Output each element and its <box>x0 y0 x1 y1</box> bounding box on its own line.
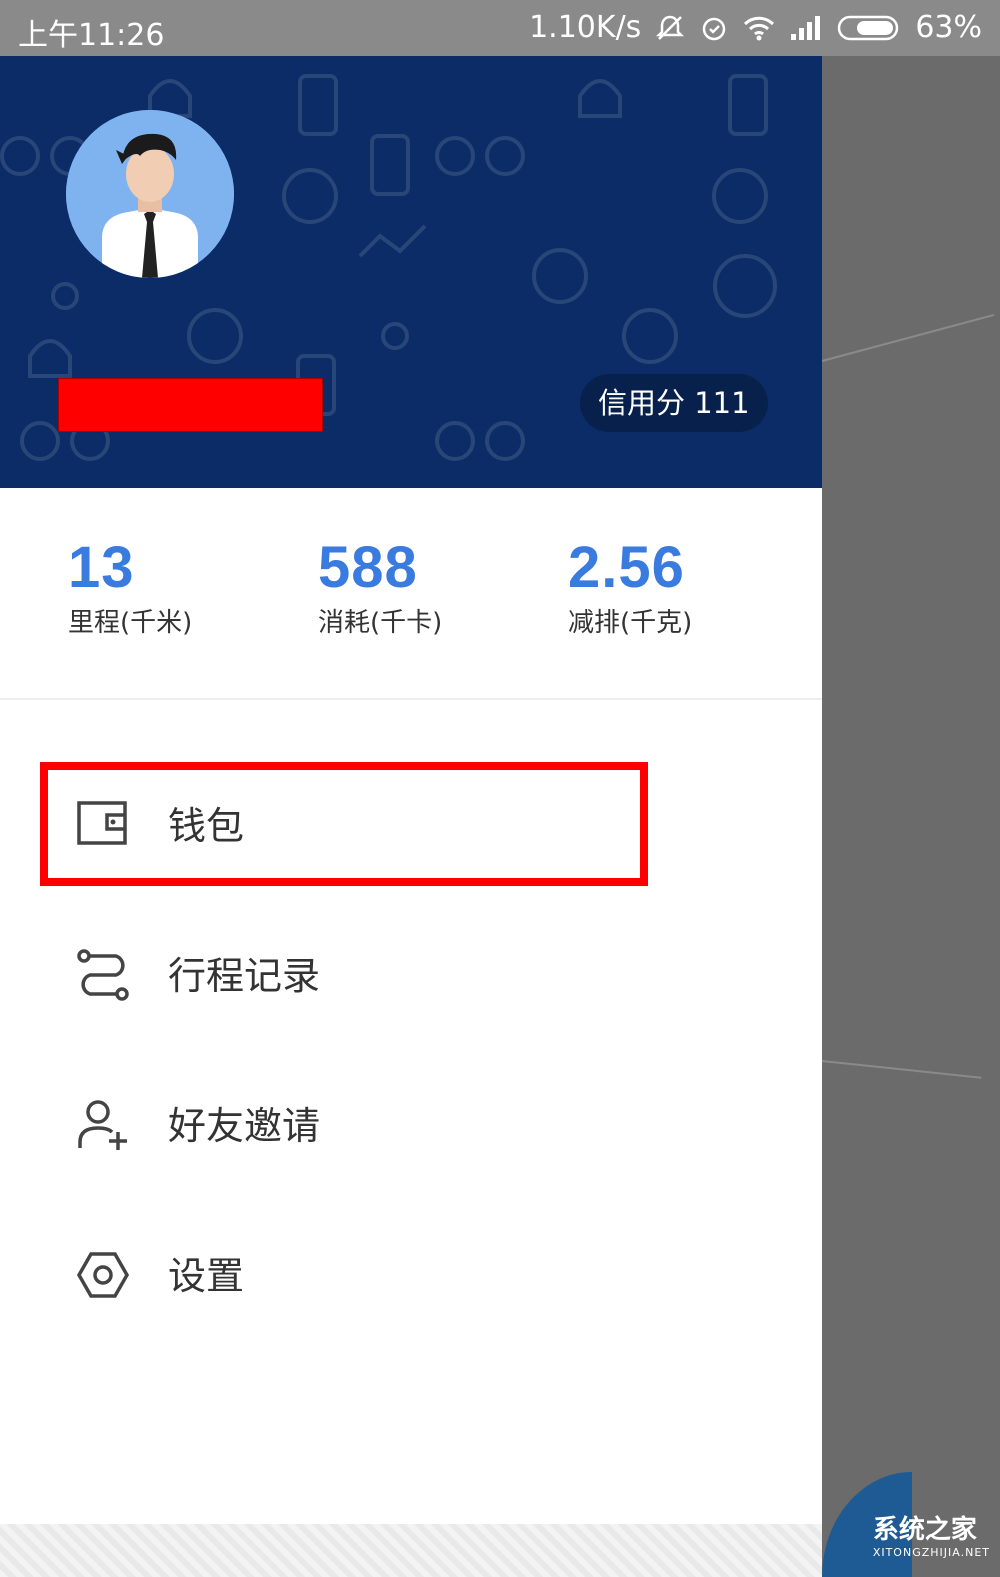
menu-label: 好友邀请 <box>168 1104 321 1148</box>
stat-value: 588 <box>318 535 418 600</box>
status-right: 1.10K/s 63% <box>529 10 982 45</box>
battery-icon <box>837 13 901 43</box>
net-speed: 1.10K/s <box>529 10 642 45</box>
stat-calories: 588 消耗(千卡) <box>318 536 442 639</box>
menu-item-settings[interactable]: 设置 <box>0 1216 822 1336</box>
mute-icon <box>655 13 685 43</box>
side-drawer: 信用分 111 13 里程(千米) 588 消耗(千卡) 2.56 减排(千克)… <box>0 56 822 1577</box>
map-road <box>821 313 995 362</box>
stat-label: 减排(千克) <box>568 608 693 638</box>
menu-label: 设置 <box>168 1254 245 1298</box>
alarm-icon <box>699 13 729 43</box>
highlight-box <box>40 762 648 886</box>
menu-item-invite-friends[interactable]: 好友邀请 <box>0 1066 822 1186</box>
route-icon <box>77 949 129 1001</box>
stats-panel: 13 里程(千米) 588 消耗(千卡) 2.56 减排(千克) <box>0 488 822 700</box>
avatar-illustration <box>66 110 234 278</box>
stat-label: 消耗(千卡) <box>318 608 443 638</box>
wifi-icon <box>743 13 775 43</box>
map-road <box>821 1060 982 1079</box>
stat-label: 里程(千米) <box>68 608 193 638</box>
add-friend-icon <box>78 1100 127 1150</box>
drawer-footer <box>0 1524 822 1577</box>
credit-score-badge[interactable]: 信用分 111 <box>580 374 768 432</box>
menu-item-trip-history[interactable]: 行程记录 <box>0 916 822 1036</box>
stat-value: 13 <box>68 535 135 600</box>
watermark-title: 系统之家 <box>872 1515 977 1545</box>
signal-icon <box>789 14 823 42</box>
menu-label: 行程记录 <box>168 954 321 998</box>
watermark-url: XITONGZHIJIA.NET <box>872 1546 990 1559</box>
watermark-logo: 系统之家 XITONGZHIJIA.NET <box>873 1509 990 1559</box>
redacted-username <box>58 378 323 432</box>
stat-value: 2.56 <box>568 535 685 600</box>
stat-distance: 13 里程(千米) <box>68 536 192 639</box>
battery-percent: 63% <box>915 10 982 45</box>
stat-emission: 2.56 减排(千克) <box>568 536 692 639</box>
profile-header: 信用分 111 <box>0 56 822 488</box>
avatar[interactable] <box>66 110 234 278</box>
status-time: 上午11:26 <box>18 18 165 53</box>
status-bar: 上午11:26 1.10K/s 63% <box>0 0 1000 56</box>
settings-icon <box>76 1252 130 1298</box>
